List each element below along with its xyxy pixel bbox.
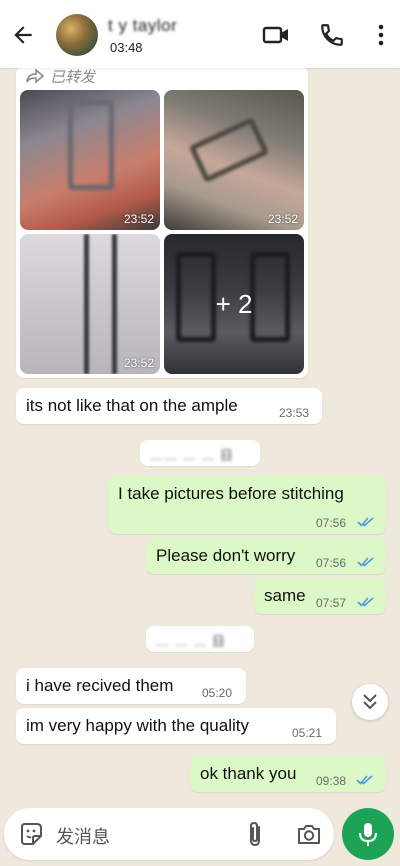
read-receipt-icon [356,775,373,785]
message-text: Please don't worry [156,546,296,565]
message-text: same [264,586,306,605]
more-vertical-icon[interactable] [367,22,395,48]
outgoing-message[interactable]: Please don't worry 07:56 [146,538,386,574]
voice-message-button[interactable] [342,808,394,860]
message-time: 07:57 [316,596,347,610]
outgoing-message[interactable]: I take pictures before stitching 07:56 [108,476,386,534]
chat-area[interactable]: 已转发 23:52 23:52 23:52 + 2 its not like t… [0,66,400,800]
microphone-icon [359,823,377,846]
message-text: ok thank you [200,764,297,783]
camera-icon[interactable] [296,822,322,846]
incoming-message[interactable]: im very happy with the quality 05:21 [16,708,336,744]
date-divider: … … … 日 [146,626,254,652]
photo-time: 23:52 [267,212,298,226]
phone-icon[interactable] [318,22,346,48]
message-text: its not like that on the ample [26,396,238,415]
video-camera-icon[interactable] [262,22,290,48]
date-label: … … … 日 [156,634,226,649]
message-time: 23:53 [279,406,310,420]
read-receipt-icon [357,517,374,527]
scroll-to-bottom-button[interactable] [352,684,388,720]
sticker-icon[interactable] [18,821,44,847]
photo-thumbnail-more[interactable]: + 2 [164,234,304,374]
photo-time: 23:52 [123,212,154,226]
arrow-left-icon[interactable] [10,22,36,48]
last-seen: 03:48 [110,40,143,55]
read-receipt-icon [357,597,374,607]
outgoing-message[interactable]: same 07:57 [254,578,386,614]
message-text: i have recived them [26,676,174,695]
avatar[interactable] [56,14,98,56]
paperclip-icon[interactable] [244,820,266,848]
photo-thumbnail[interactable]: 23:52 [20,234,160,374]
more-photos-count: + 2 [164,234,304,374]
incoming-message[interactable]: its not like that on the ample 23:53 [16,388,322,424]
photo-time: 23:52 [123,356,154,370]
message-text: I take pictures before stitching [118,484,344,503]
forward-icon [26,69,44,83]
double-chevron-down-icon [363,694,377,710]
message-time: 05:20 [202,686,233,700]
message-time: 09:38 [316,774,347,788]
message-input[interactable]: 发消息 [56,823,110,849]
chat-header: t y taylor 03:48 [0,0,400,68]
contact-name[interactable]: t y taylor [108,16,177,36]
date-label: …… … … 日 [150,448,234,463]
message-time: 05:21 [292,726,323,740]
message-input-bar: 发消息 [4,808,334,860]
outgoing-message[interactable]: ok thank you 09:38 [190,756,386,792]
forwarded-label: 已转发 [50,68,96,86]
photo-thumbnail[interactable]: 23:52 [20,90,160,230]
forwarded-label-row: 已转发 [26,66,95,86]
message-text: im very happy with the quality [26,716,249,735]
incoming-message[interactable]: i have recived them 05:20 [16,668,246,704]
forwarded-media-message[interactable]: 已转发 23:52 23:52 23:52 + 2 [16,66,308,378]
message-time: 07:56 [316,556,347,570]
message-time: 07:56 [316,516,347,530]
read-receipt-icon [357,557,374,567]
photo-thumbnail[interactable]: 23:52 [164,90,304,230]
date-divider: …… … … 日 [140,440,260,466]
